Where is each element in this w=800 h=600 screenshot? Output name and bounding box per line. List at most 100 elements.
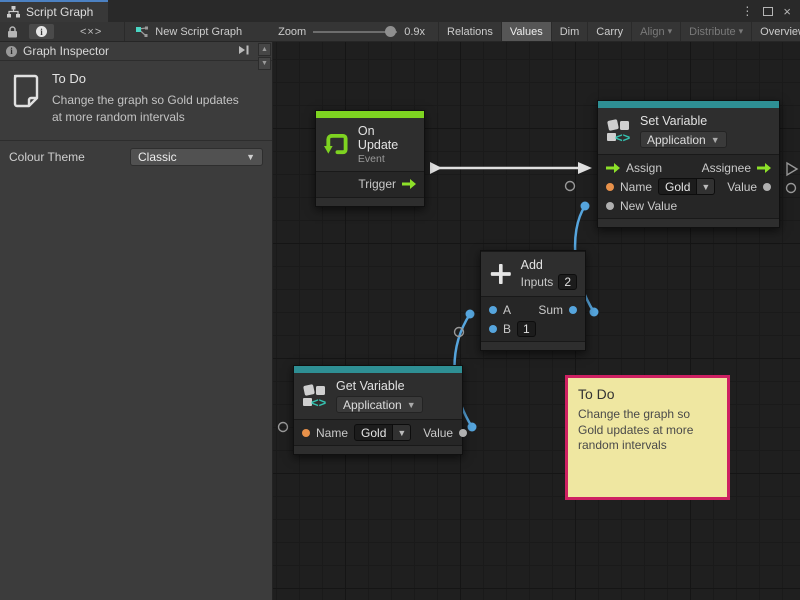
inspector-note-text: Change the graph so Gold updates at more… — [52, 92, 252, 126]
toolbar-button-relations[interactable]: Relations — [438, 22, 502, 41]
colour-theme-select[interactable]: Classic ▼ — [130, 148, 263, 166]
dropdown-caret-icon: ▼ — [246, 152, 255, 162]
colour-theme-label: Colour Theme — [9, 150, 85, 164]
node-get-variable[interactable]: <> Get Variable Application ▼ Name Gold … — [293, 365, 463, 455]
node-set-variable[interactable]: <> Set Variable Application ▼ Assign Ass… — [597, 100, 780, 228]
dropdown-caret-icon: ▼ — [697, 178, 715, 195]
node-add[interactable]: Add Inputs 2 A Sum B 1 — [480, 250, 586, 351]
menu-icon[interactable]: ⋮ — [741, 4, 753, 18]
colour-theme-value: Classic — [138, 150, 177, 164]
name-value-dropdown[interactable]: Gold ▼ — [658, 178, 715, 195]
port-label-b: B — [503, 322, 511, 336]
name-value: Gold — [354, 424, 393, 441]
wire-endpoint — [466, 310, 475, 319]
node-title: On Update — [358, 124, 416, 153]
port-get-name-outer[interactable] — [279, 423, 288, 432]
zoom-slider-handle[interactable] — [385, 26, 396, 37]
scope-value: Application — [647, 133, 706, 147]
inputs-count-field[interactable]: 2 — [558, 274, 577, 290]
number-port-icon[interactable] — [489, 325, 497, 333]
string-port-icon[interactable] — [606, 183, 614, 191]
flow-port-icon[interactable] — [402, 179, 416, 189]
node-footer — [316, 197, 424, 206]
node-on-update[interactable]: On Update Event Trigger — [315, 110, 425, 207]
string-port-icon[interactable] — [302, 429, 310, 437]
node-title: Add — [521, 258, 577, 272]
node-subtitle: Event — [358, 153, 416, 165]
port-label-sum: Sum — [538, 303, 563, 317]
inspector-scrollbar: ▲ ▼ — [258, 43, 271, 70]
dropdown-caret-icon: ▾ — [739, 26, 744, 37]
variable-scope-dropdown[interactable]: Application ▼ — [336, 396, 423, 413]
script-graph-icon — [135, 26, 149, 38]
button-label: Relations — [447, 26, 493, 38]
toolbar-button-distribute[interactable]: Distribute ▾ — [681, 22, 752, 41]
button-label: Carry — [596, 26, 623, 38]
port-set-value-outer[interactable] — [787, 184, 796, 193]
number-port-icon[interactable] — [489, 306, 497, 314]
flow-port-icon[interactable] — [757, 163, 771, 173]
maximize-icon[interactable] — [763, 7, 773, 16]
name-value-dropdown[interactable]: Gold ▼ — [354, 424, 411, 441]
svg-text:<>: <> — [311, 395, 327, 409]
sticky-note-text: Change the graph so Gold updates at more… — [578, 407, 717, 454]
new-script-graph-button[interactable]: New Script Graph — [125, 22, 249, 41]
object-port-icon[interactable] — [459, 429, 467, 437]
graph-inspector-panel: i Graph Inspector ▲ ▼ To Do Change the g… — [0, 42, 273, 600]
graph-icon — [7, 6, 20, 18]
code-preview-button[interactable]: <×> — [58, 22, 124, 41]
toolbar-button-align[interactable]: Align▾ — [632, 22, 681, 41]
tab-script-graph[interactable]: Script Graph — [0, 0, 108, 22]
scroll-down-button[interactable]: ▼ — [258, 57, 271, 70]
graph-canvas[interactable]: On Update Event Trigger <> Set Variable — [273, 42, 800, 600]
toolbar-button-overview[interactable]: Overview — [752, 22, 800, 41]
scroll-up-button[interactable]: ▲ — [258, 43, 271, 56]
object-port-icon[interactable] — [763, 183, 771, 191]
inspector-title: Graph Inspector — [23, 44, 109, 58]
flow-port-icon[interactable] — [606, 163, 620, 173]
port-label-name: Name — [620, 180, 652, 194]
variable-scope-dropdown[interactable]: Application ▼ — [640, 131, 727, 148]
node-header: <> Set Variable Application ▼ — [598, 108, 779, 155]
node-body: Trigger — [316, 172, 424, 197]
node-body: Name Gold ▼ Value — [294, 420, 462, 445]
object-port-icon[interactable] — [606, 202, 614, 210]
node-color-bar — [316, 111, 424, 118]
dropdown-caret-icon: ▼ — [393, 424, 411, 441]
inputs-label: Inputs — [521, 275, 554, 289]
toolbar-button-values[interactable]: Values — [502, 22, 552, 41]
node-body: A Sum B 1 — [481, 297, 585, 341]
variable-icon: <> — [302, 383, 328, 409]
flow-wire-start-arrow — [430, 162, 442, 174]
zoom-slider[interactable] — [313, 31, 397, 33]
button-label: Overview — [760, 26, 800, 38]
inspector-note-body: To Do Change the graph so Gold updates a… — [52, 71, 252, 126]
close-icon[interactable]: × — [783, 4, 791, 19]
variable-icon: <> — [606, 118, 632, 144]
b-value-field[interactable]: 1 — [517, 321, 536, 337]
scope-value: Application — [343, 398, 402, 412]
toolbar-button-carry[interactable]: Carry — [588, 22, 632, 41]
port-label-a: A — [503, 303, 511, 317]
dropdown-caret-icon: ▼ — [711, 135, 720, 145]
lock-button[interactable] — [0, 22, 25, 41]
zoom-control: Zoom 0.9x — [271, 22, 432, 41]
zoom-value: 0.9x — [404, 26, 425, 38]
sticky-note[interactable]: To Do Change the graph so Gold updates a… — [565, 375, 730, 500]
button-label: Dim — [560, 26, 580, 38]
toolbar-button-dim[interactable]: Dim — [552, 22, 589, 41]
port-add-b-outer[interactable] — [455, 328, 464, 337]
port-set-name-outer[interactable] — [566, 182, 575, 191]
port-assignee-outer[interactable] — [787, 163, 797, 175]
svg-text:<>: <> — [615, 130, 631, 144]
number-port-icon[interactable] — [569, 306, 577, 314]
button-label: Distribute — [689, 26, 735, 38]
inspect-toggle-button[interactable]: i — [29, 24, 54, 39]
on-update-icon — [324, 131, 350, 158]
dock-icon[interactable] — [238, 44, 250, 58]
inspector-note-summary: To Do Change the graph so Gold updates a… — [0, 61, 272, 141]
port-label-assign: Assign — [626, 161, 662, 175]
dropdown-caret-icon: ▼ — [407, 400, 416, 410]
add-icon — [489, 261, 513, 287]
port-label-name: Name — [316, 426, 348, 440]
